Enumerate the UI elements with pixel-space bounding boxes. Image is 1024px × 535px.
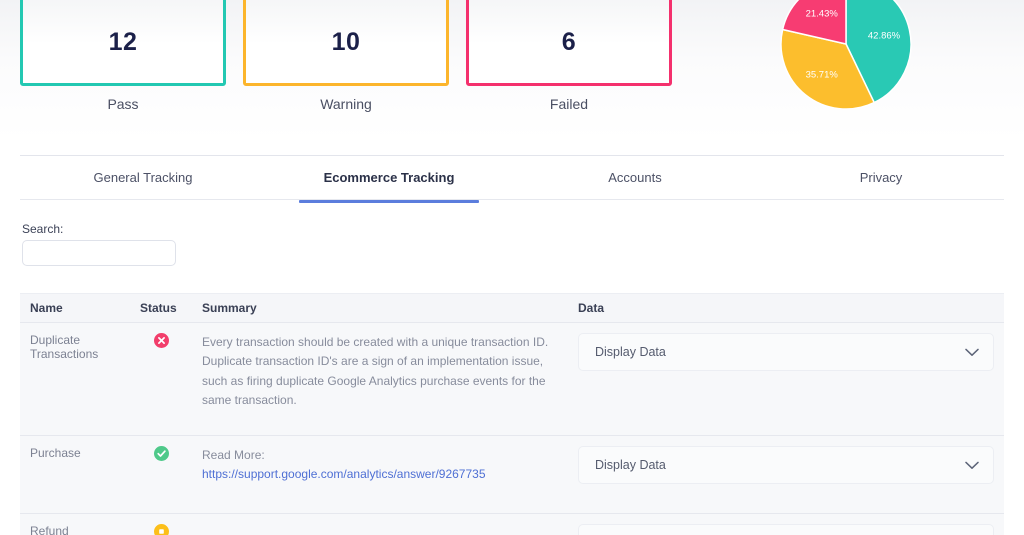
column-header-status[interactable]: Status <box>130 294 192 323</box>
cell-data: Display Data <box>568 436 1004 514</box>
pie-slice-label: 35.71% <box>806 70 839 81</box>
stat-label-warning: Warning <box>320 96 372 112</box>
stat-card-warning: 10 Warning <box>243 0 449 112</box>
circle-x-icon <box>154 333 169 348</box>
tab-ecommerce-tracking[interactable]: Ecommerce Tracking <box>266 163 512 199</box>
table-row: Duplicate Transactions Every transaction… <box>20 323 1004 436</box>
cell-summary: Read More: https://support.google.com/an… <box>192 436 568 514</box>
tab-bar-underline <box>20 199 1004 200</box>
pie-slices <box>781 0 911 109</box>
column-header-summary[interactable]: Summary <box>192 294 568 323</box>
pie-slice-label: 42.86% <box>868 30 901 41</box>
stat-box-pass: 12 <box>20 0 226 86</box>
cell-data <box>568 514 1004 535</box>
stat-value-failed: 6 <box>562 28 576 57</box>
stat-value-pass: 12 <box>109 28 138 57</box>
results-table: Name Status Summary Data Duplicate Trans… <box>20 294 1004 535</box>
stat-card-failed: 6 Failed <box>466 0 672 112</box>
cell-data: Display Data <box>568 323 1004 436</box>
tab-bar: General Tracking Ecommerce Tracking Acco… <box>20 163 1004 199</box>
column-header-data[interactable]: Data <box>568 294 1004 323</box>
band-divider <box>20 155 1004 156</box>
tab-privacy[interactable]: Privacy <box>758 163 1004 199</box>
cell-status <box>130 514 192 535</box>
table-row: Refund <box>20 514 1004 535</box>
display-data-accordion[interactable] <box>578 524 994 535</box>
search-area: Search: <box>22 222 176 266</box>
stat-label-pass: Pass <box>107 96 138 112</box>
table-row: Purchase Read More: https://support.goog… <box>20 436 1004 514</box>
read-more-link[interactable]: https://support.google.com/analytics/ans… <box>202 465 486 484</box>
cell-summary <box>192 514 568 535</box>
table-body: Duplicate Transactions Every transaction… <box>20 323 1004 535</box>
cell-status <box>130 323 192 436</box>
stat-value-warning: 10 <box>332 28 361 57</box>
summary-band: 12 Pass 10 Warning 6 Failed 42.86 <box>0 0 1024 140</box>
cell-summary: Every transaction should be created with… <box>192 323 568 436</box>
status-pie-chart: 42.86% 35.71% 21.43% <box>780 0 912 110</box>
chevron-down-icon <box>965 461 979 470</box>
column-header-name[interactable]: Name <box>20 294 130 323</box>
cell-name: Refund <box>20 514 130 535</box>
pie-slice-label: 21.43% <box>806 9 839 20</box>
table-header-row: Name Status Summary Data <box>20 294 1004 323</box>
read-more-label: Read More: <box>202 446 558 465</box>
display-data-label: Display Data <box>595 345 666 359</box>
cell-name: Duplicate Transactions <box>20 323 130 436</box>
display-data-label: Display Data <box>595 458 666 472</box>
tab-accounts[interactable]: Accounts <box>512 163 758 199</box>
display-data-accordion[interactable]: Display Data <box>578 333 994 371</box>
stat-box-warning: 10 <box>243 0 449 86</box>
circle-check-icon <box>154 446 169 461</box>
pie-svg: 42.86% 35.71% 21.43% <box>780 0 912 110</box>
circle-square-icon <box>154 524 169 535</box>
summary-text: Every transaction should be created with… <box>202 333 558 411</box>
search-label: Search: <box>22 222 176 236</box>
tab-general-tracking[interactable]: General Tracking <box>20 163 266 199</box>
stat-card-pass: 12 Pass <box>20 0 226 112</box>
search-input[interactable] <box>22 240 176 266</box>
cell-status <box>130 436 192 514</box>
cell-name: Purchase <box>20 436 130 514</box>
results-table-container: Name Status Summary Data Duplicate Trans… <box>20 293 1004 535</box>
stat-cards: 12 Pass 10 Warning 6 Failed <box>20 0 680 112</box>
chevron-down-icon <box>965 348 979 357</box>
app-root: 12 Pass 10 Warning 6 Failed 42.86 <box>0 0 1024 534</box>
display-data-accordion[interactable]: Display Data <box>578 446 994 484</box>
stat-box-failed: 6 <box>466 0 672 86</box>
table-head: Name Status Summary Data <box>20 294 1004 323</box>
stat-label-failed: Failed <box>550 96 588 112</box>
